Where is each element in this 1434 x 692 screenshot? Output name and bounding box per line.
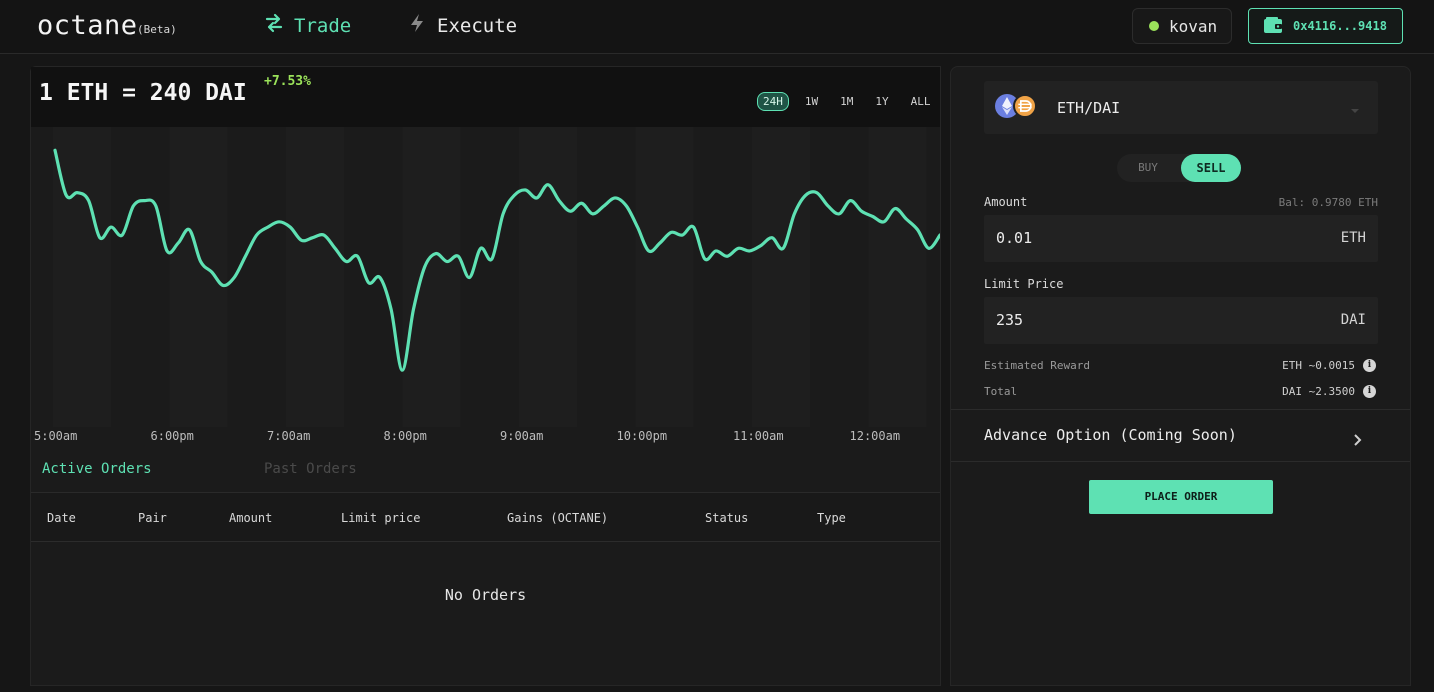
pair-label: ETH/DAI — [1057, 99, 1121, 117]
estimated-reward-label: Estimated Reward — [984, 359, 1090, 372]
nav-execute[interactable]: Execute — [407, 13, 517, 38]
advance-option-row[interactable]: Advance Option (Coming Soon) — [951, 409, 1410, 462]
range-all[interactable]: ALL — [905, 92, 937, 111]
wallet-icon — [1263, 16, 1283, 37]
dai-coin-icon — [1013, 94, 1037, 118]
price-chart[interactable] — [31, 127, 940, 427]
lightning-icon — [407, 13, 427, 38]
range-selector: 24H 1W 1M 1Y ALL — [757, 92, 937, 111]
chart-band — [402, 127, 461, 427]
top-bar: octane (Beta) Trade Execute kovan 0x4116… — [0, 0, 1434, 54]
col-limit-price: Limit price — [341, 511, 421, 525]
advance-option-label: Advance Option (Coming Soon) — [984, 426, 1237, 444]
estimated-reward: ETH ~0.0015 i — [1282, 359, 1376, 372]
col-amount: Amount — [229, 511, 273, 525]
estimated-reward-value: ETH ~0.0015 — [1282, 359, 1355, 372]
range-1w[interactable]: 1W — [799, 92, 824, 111]
price-change: +7.53% — [264, 74, 311, 89]
chart-band — [169, 127, 228, 427]
total-label: Total — [984, 385, 1018, 398]
amount-unit: ETH — [1340, 230, 1366, 246]
wallet-address: 0x4116...9418 — [1293, 19, 1387, 33]
x-tick-label: 9:00am — [500, 429, 544, 443]
app-logo[interactable]: octane — [37, 10, 138, 41]
chart-band — [53, 127, 111, 427]
wallet-button[interactable]: 0x4116...9418 — [1248, 8, 1403, 44]
sell-toggle[interactable]: SELL — [1181, 154, 1241, 182]
empty-orders-message: No Orders — [444, 586, 527, 604]
network-status-dot — [1149, 21, 1159, 31]
x-tick-label: 5:00am — [34, 429, 78, 443]
network-indicator[interactable]: kovan — [1132, 8, 1232, 44]
range-24h[interactable]: 24H — [757, 92, 789, 111]
side-toggle: BUY SELL — [1117, 154, 1241, 182]
chart-header: 1 ETH = 240 DAI +7.53% 24H 1W 1M 1Y ALL — [31, 67, 940, 127]
order-form-panel: ETH/DAI BUY SELL Amount Bal: 0.9780 ETH … — [950, 66, 1411, 686]
price-chart-svg — [53, 127, 940, 427]
place-order-button[interactable]: PLACE ORDER — [1089, 480, 1273, 514]
total: DAI ~2.3500 i — [1282, 385, 1376, 398]
range-1y[interactable]: 1Y — [869, 92, 894, 111]
x-tick-label: 7:00am — [267, 429, 311, 443]
balance-text: Bal: 0.9780 ETH — [1278, 196, 1378, 209]
x-tick-label: 8:00pm — [383, 429, 427, 443]
chevron-right-icon — [1351, 431, 1363, 446]
col-gains: Gains (OCTANE) — [507, 511, 609, 525]
info-icon[interactable]: i — [1363, 385, 1376, 398]
col-status: Status — [705, 511, 749, 525]
swap-arrows-icon — [264, 13, 284, 38]
tab-active-orders[interactable]: Active Orders — [42, 461, 152, 477]
nav-execute-label: Execute — [437, 14, 518, 37]
chart-panel: 1 ETH = 240 DAI +7.53% 24H 1W 1M 1Y ALL … — [30, 66, 941, 686]
chevron-down-icon — [1350, 101, 1360, 113]
total-value: DAI ~2.3500 — [1282, 385, 1355, 398]
amount-label: Amount — [984, 195, 1028, 209]
x-tick-label: 10:00pm — [616, 429, 668, 443]
x-tick-label: 12:00am — [849, 429, 901, 443]
chart-band — [286, 127, 344, 427]
nav-trade-label: Trade — [294, 14, 352, 37]
col-type: Type — [817, 511, 846, 525]
x-tick-label: 11:00am — [733, 429, 784, 443]
chart-band — [635, 127, 694, 427]
orders-table-header: Date Pair Amount Limit price Gains (OCTA… — [31, 493, 940, 542]
buy-toggle[interactable]: BUY — [1117, 154, 1179, 182]
beta-tag: (Beta) — [137, 23, 177, 36]
nav-trade[interactable]: Trade — [264, 13, 351, 38]
limit-price-unit: DAI — [1340, 312, 1366, 328]
orders-table: Date Pair Amount Limit price Gains (OCTA… — [31, 492, 940, 692]
limit-price-field: DAI — [984, 297, 1378, 344]
pair-selector[interactable]: ETH/DAI — [984, 81, 1378, 134]
chart-band — [752, 127, 810, 427]
price-title: 1 ETH = 240 DAI — [39, 80, 247, 106]
tab-past-orders[interactable]: Past Orders — [264, 461, 357, 477]
amount-input[interactable] — [996, 229, 1246, 247]
amount-field: ETH — [984, 215, 1378, 262]
chart-band — [519, 127, 577, 427]
x-tick-label: 6:00pm — [150, 429, 194, 443]
network-label: kovan — [1169, 16, 1218, 36]
col-date: Date — [47, 511, 76, 525]
range-1m[interactable]: 1M — [834, 92, 859, 111]
order-tabs: Active Orders Past Orders — [31, 461, 940, 493]
col-pair: Pair — [138, 511, 167, 525]
limit-price-label: Limit Price — [984, 277, 1064, 291]
limit-price-input[interactable] — [996, 311, 1246, 329]
info-icon[interactable]: i — [1363, 359, 1376, 372]
chart-band — [868, 127, 927, 427]
